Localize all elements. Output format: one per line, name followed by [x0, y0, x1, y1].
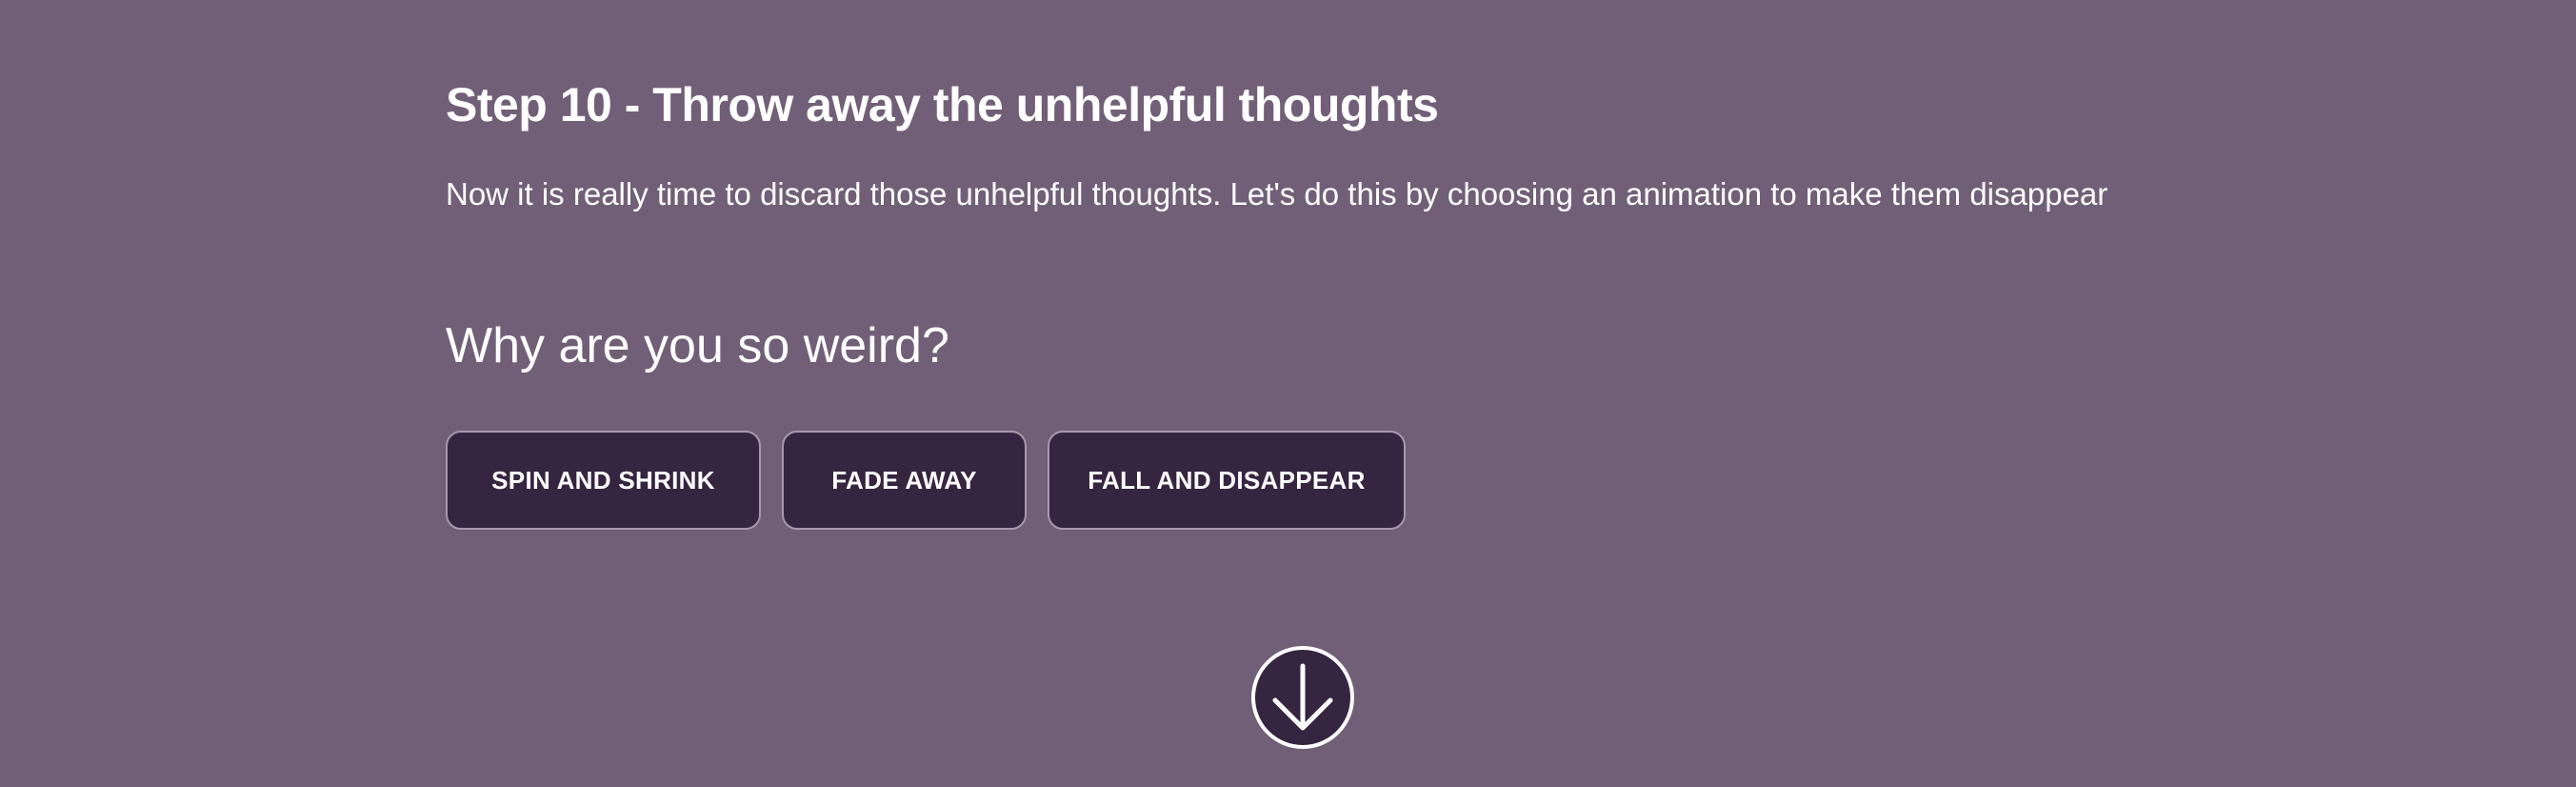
step-title: Step 10 - Throw away the unhelpful thoug…: [446, 78, 1439, 131]
fade-away-button[interactable]: FADE AWAY: [782, 431, 1027, 530]
spin-and-shrink-button[interactable]: SPIN AND SHRINK: [446, 431, 761, 530]
animation-button-group: SPIN AND SHRINK FADE AWAY FALL AND DISAP…: [446, 431, 1406, 530]
arrow-down-icon: [1272, 663, 1333, 731]
scroll-down-button[interactable]: [1251, 646, 1354, 749]
step-description: Now it is really time to discard those u…: [446, 176, 2108, 212]
fall-and-disappear-button[interactable]: FALL AND DISAPPEAR: [1048, 431, 1406, 530]
thought-text: Why are you so weird?: [446, 318, 949, 373]
